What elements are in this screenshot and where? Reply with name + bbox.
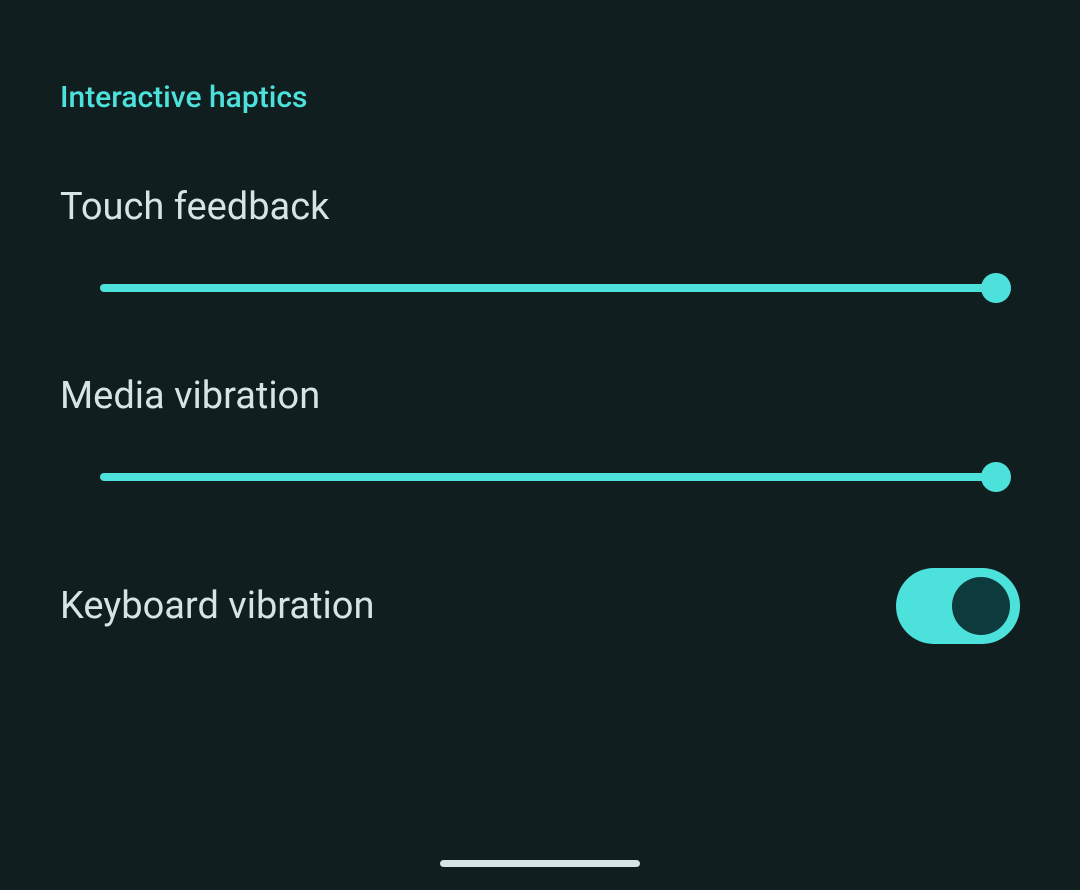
slider-track (100, 284, 1000, 292)
slider-thumb[interactable] (981, 462, 1011, 492)
section-header: Interactive haptics (60, 80, 1020, 115)
toggle-knob (952, 577, 1010, 635)
keyboard-vibration-label: Keyboard vibration (60, 584, 374, 628)
slider-thumb[interactable] (981, 273, 1011, 303)
touch-feedback-setting: Touch feedback (60, 185, 1020, 314)
media-vibration-slider[interactable] (60, 473, 1020, 503)
slider-track (100, 473, 1000, 481)
keyboard-vibration-setting: Keyboard vibration (60, 568, 1020, 644)
media-vibration-label: Media vibration (60, 374, 1020, 418)
keyboard-vibration-toggle[interactable] (896, 568, 1020, 644)
media-vibration-setting: Media vibration (60, 374, 1020, 503)
touch-feedback-label: Touch feedback (60, 185, 1020, 229)
home-indicator[interactable] (440, 860, 640, 867)
settings-container: Interactive haptics Touch feedback Media… (0, 0, 1080, 644)
touch-feedback-slider[interactable] (60, 284, 1020, 314)
